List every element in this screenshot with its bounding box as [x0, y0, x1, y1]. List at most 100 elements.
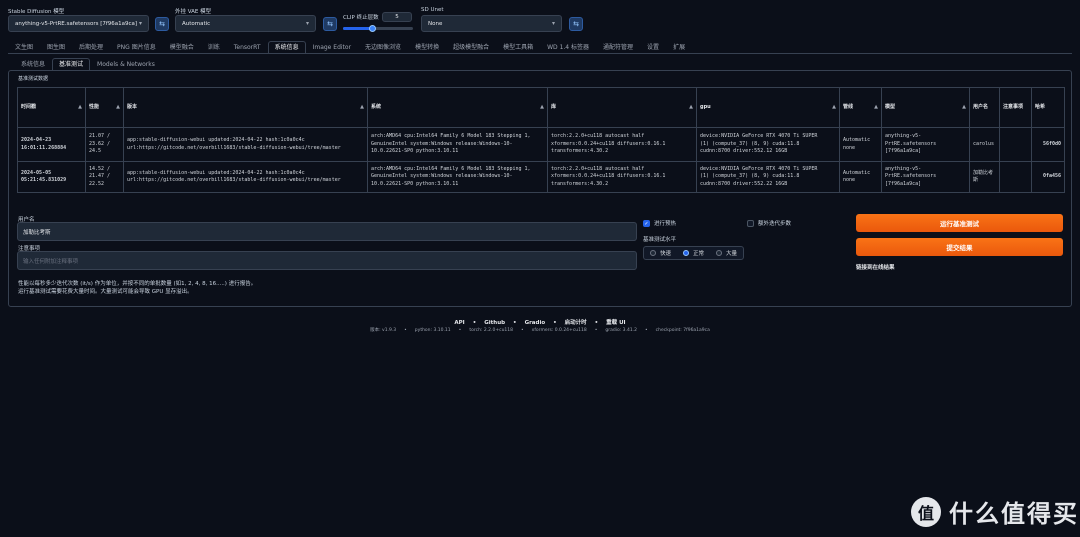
vae-dropdown[interactable]: Automatic ▾ — [175, 15, 316, 32]
table-cell: Automatic none — [839, 161, 882, 193]
sort-icon[interactable]: ▲ — [78, 104, 82, 112]
table-cell — [999, 127, 1032, 162]
tab-10[interactable]: 模型转换 — [408, 41, 446, 53]
level-radio-label: 大量 — [726, 251, 738, 257]
sd-model-dropdown[interactable]: anything-v5-PrtRE.safetensors [7f96a1a9c… — [8, 15, 149, 32]
clip-label: CLIP 终止层数 — [343, 15, 379, 21]
sort-icon[interactable]: ▲ — [540, 104, 544, 112]
column-header[interactable]: 库 ▲ — [547, 87, 697, 128]
column-header[interactable]: 用户名 — [969, 87, 1000, 128]
column-header-label: 库 — [551, 103, 557, 110]
footer-version-item: 版本: v1.9.3 — [370, 328, 397, 333]
radio-dot[interactable] — [716, 250, 723, 256]
footer-link[interactable]: API — [454, 320, 464, 326]
sort-icon[interactable]: ▲ — [116, 104, 120, 112]
subtab-2[interactable]: Models & Networks — [90, 58, 162, 70]
refresh-sd-model-button[interactable]: ⇆ — [155, 17, 169, 31]
tab-11[interactable]: 超级模型融合 — [446, 41, 496, 53]
tab-4[interactable]: 模型融合 — [163, 41, 201, 53]
column-header[interactable]: 哈希 — [1031, 87, 1065, 128]
tab-1[interactable]: 图生图 — [40, 41, 72, 53]
footer-link[interactable]: 启动计时 — [565, 320, 587, 326]
tab-9[interactable]: 无边图像浏览 — [358, 41, 408, 53]
main-tabs: 文生图 图生图 后期处理 PNG 图片信息 模型融合 训练 TensorRT 系统信息 Imag… — [8, 41, 692, 53]
tab-15[interactable]: 设置 — [640, 41, 666, 53]
footer-versions: 版本: v1.9.3 • python: 3.10.11 • torch: 2.2.0+… — [0, 327, 1080, 333]
vae-value: Automatic — [182, 20, 211, 27]
online-results-link[interactable]: 链接到在线结果 — [856, 263, 895, 271]
vae-label: 外挂 VAE 模型 — [175, 9, 212, 15]
column-header[interactable]: 管线 ▲ — [839, 87, 882, 128]
tab-12[interactable]: 模型工具箱 — [496, 41, 540, 53]
tab-7[interactable]: 系统信息 — [267, 41, 306, 53]
column-header[interactable]: 系统 ▲ — [367, 87, 548, 128]
table-cell: anything-v5- PrtRE.safetensors [7f96a1a9… — [881, 127, 970, 162]
level-radio-2[interactable]: 大量 — [710, 247, 743, 259]
sort-icon[interactable]: ▲ — [689, 104, 693, 112]
clip-slider-thumb[interactable] — [369, 25, 376, 32]
warmup-checkbox[interactable]: ✓ — [643, 220, 650, 227]
refresh-vae-button[interactable]: ⇆ — [323, 17, 337, 31]
warmup-checkbox-row[interactable]: ✓ 进行预热 — [643, 219, 676, 227]
column-header-label: 性能 — [89, 103, 100, 110]
extra-steps-checkbox[interactable] — [747, 220, 754, 227]
notes-input[interactable]: 输入任何附加注释事项 — [17, 251, 637, 270]
tab-14[interactable]: 通配符管理 — [596, 41, 640, 53]
tab-5[interactable]: 训练 — [201, 41, 227, 53]
sort-icon[interactable]: ▲ — [874, 104, 878, 112]
footer-version-item: torch: 2.2.0+cu118 — [469, 328, 514, 333]
level-radio-label: 正常 — [693, 251, 705, 257]
extra-steps-label: 额外迭代步数 — [758, 221, 792, 227]
run-benchmark-button[interactable]: 运行基准测试 — [856, 214, 1063, 232]
subtab-1[interactable]: 基准测试 — [52, 58, 91, 70]
table-cell — [999, 161, 1032, 193]
radio-dot[interactable] — [650, 250, 656, 256]
clip-value-input[interactable]: 5 — [382, 12, 412, 22]
watermark: 值 什么值得买 — [911, 494, 1079, 529]
table-header-row: 时间戳 ▲ 性能 ▲ 版本 ▲ 系统 ▲ 库 ▲ gpu ▲ 管线 ▲ 模型 ▲ 用户名 注意事项 哈希 — [17, 87, 1065, 128]
column-header[interactable]: 时间戳 ▲ — [17, 87, 86, 128]
column-header-label: 管线 — [843, 103, 854, 110]
username-input[interactable]: 加勒比考斯 — [17, 222, 637, 241]
unet-dropdown[interactable]: None ▾ — [421, 15, 562, 32]
footer-separator: • — [594, 328, 598, 333]
footer-link[interactable]: Github — [484, 320, 505, 326]
sort-icon[interactable]: ▲ — [832, 104, 836, 112]
radio-dot[interactable] — [683, 250, 690, 256]
tab-13[interactable]: WD 1.4 标签器 — [540, 41, 596, 53]
tab-8[interactable]: Image Editor — [306, 41, 358, 53]
table-row: 2024-04-23 16:01:11.268884 21.07 / 23.62 … — [17, 127, 1065, 162]
refresh-icon: ⇆ — [159, 20, 165, 28]
footer-separator: • — [513, 320, 517, 326]
column-header[interactable]: 模型 ▲ — [881, 87, 970, 128]
tab-6[interactable]: TensorRT — [227, 41, 268, 53]
subtab-0[interactable]: 系统信息 — [14, 58, 52, 70]
table-cell: app:stable-diffusion-webui updated:2024-… — [123, 127, 368, 162]
footer-link[interactable]: 重载 UI — [606, 320, 625, 326]
level-radio-1[interactable]: 正常 — [677, 247, 710, 259]
refresh-unet-button[interactable]: ⇆ — [569, 17, 583, 31]
column-header[interactable]: 版本 ▲ — [123, 87, 368, 128]
chevron-down-icon: ▾ — [551, 20, 555, 27]
tab-2[interactable]: 后期处理 — [72, 41, 110, 53]
footer-link[interactable]: Gradio — [525, 320, 546, 326]
tab-0[interactable]: 文生图 — [8, 41, 40, 53]
table-body: 2024-04-23 16:01:11.268884 21.07 / 23.62 … — [17, 127, 1065, 193]
column-header[interactable]: gpu ▲ — [696, 87, 840, 128]
footer-separator: • — [404, 328, 407, 333]
tab-16[interactable]: 扩展 — [666, 41, 692, 53]
footer-version-item: python: 3.10.11 — [414, 328, 451, 333]
tab-3[interactable]: PNG 图片信息 — [110, 41, 163, 53]
sort-icon[interactable]: ▲ — [360, 104, 364, 112]
unet-label: SD Unet — [421, 7, 444, 13]
unet-value: None — [428, 20, 443, 27]
sort-icon[interactable]: ▲ — [962, 104, 966, 112]
sub-tabs: 系统信息 基准测试 Models & Networks — [14, 58, 162, 70]
column-header[interactable]: 注意事项 — [999, 87, 1032, 128]
column-header[interactable]: 性能 ▲ — [85, 87, 124, 128]
level-radio-0[interactable]: 快速 — [644, 247, 677, 259]
submit-results-button[interactable]: 提交结果 — [856, 238, 1063, 256]
table-cell: device:NVIDIA GeForce RTX 4070 Ti SUPER … — [696, 161, 840, 193]
table-cell: carolus — [969, 127, 1000, 162]
extra-steps-checkbox-row[interactable]: 额外迭代步数 — [747, 219, 791, 227]
